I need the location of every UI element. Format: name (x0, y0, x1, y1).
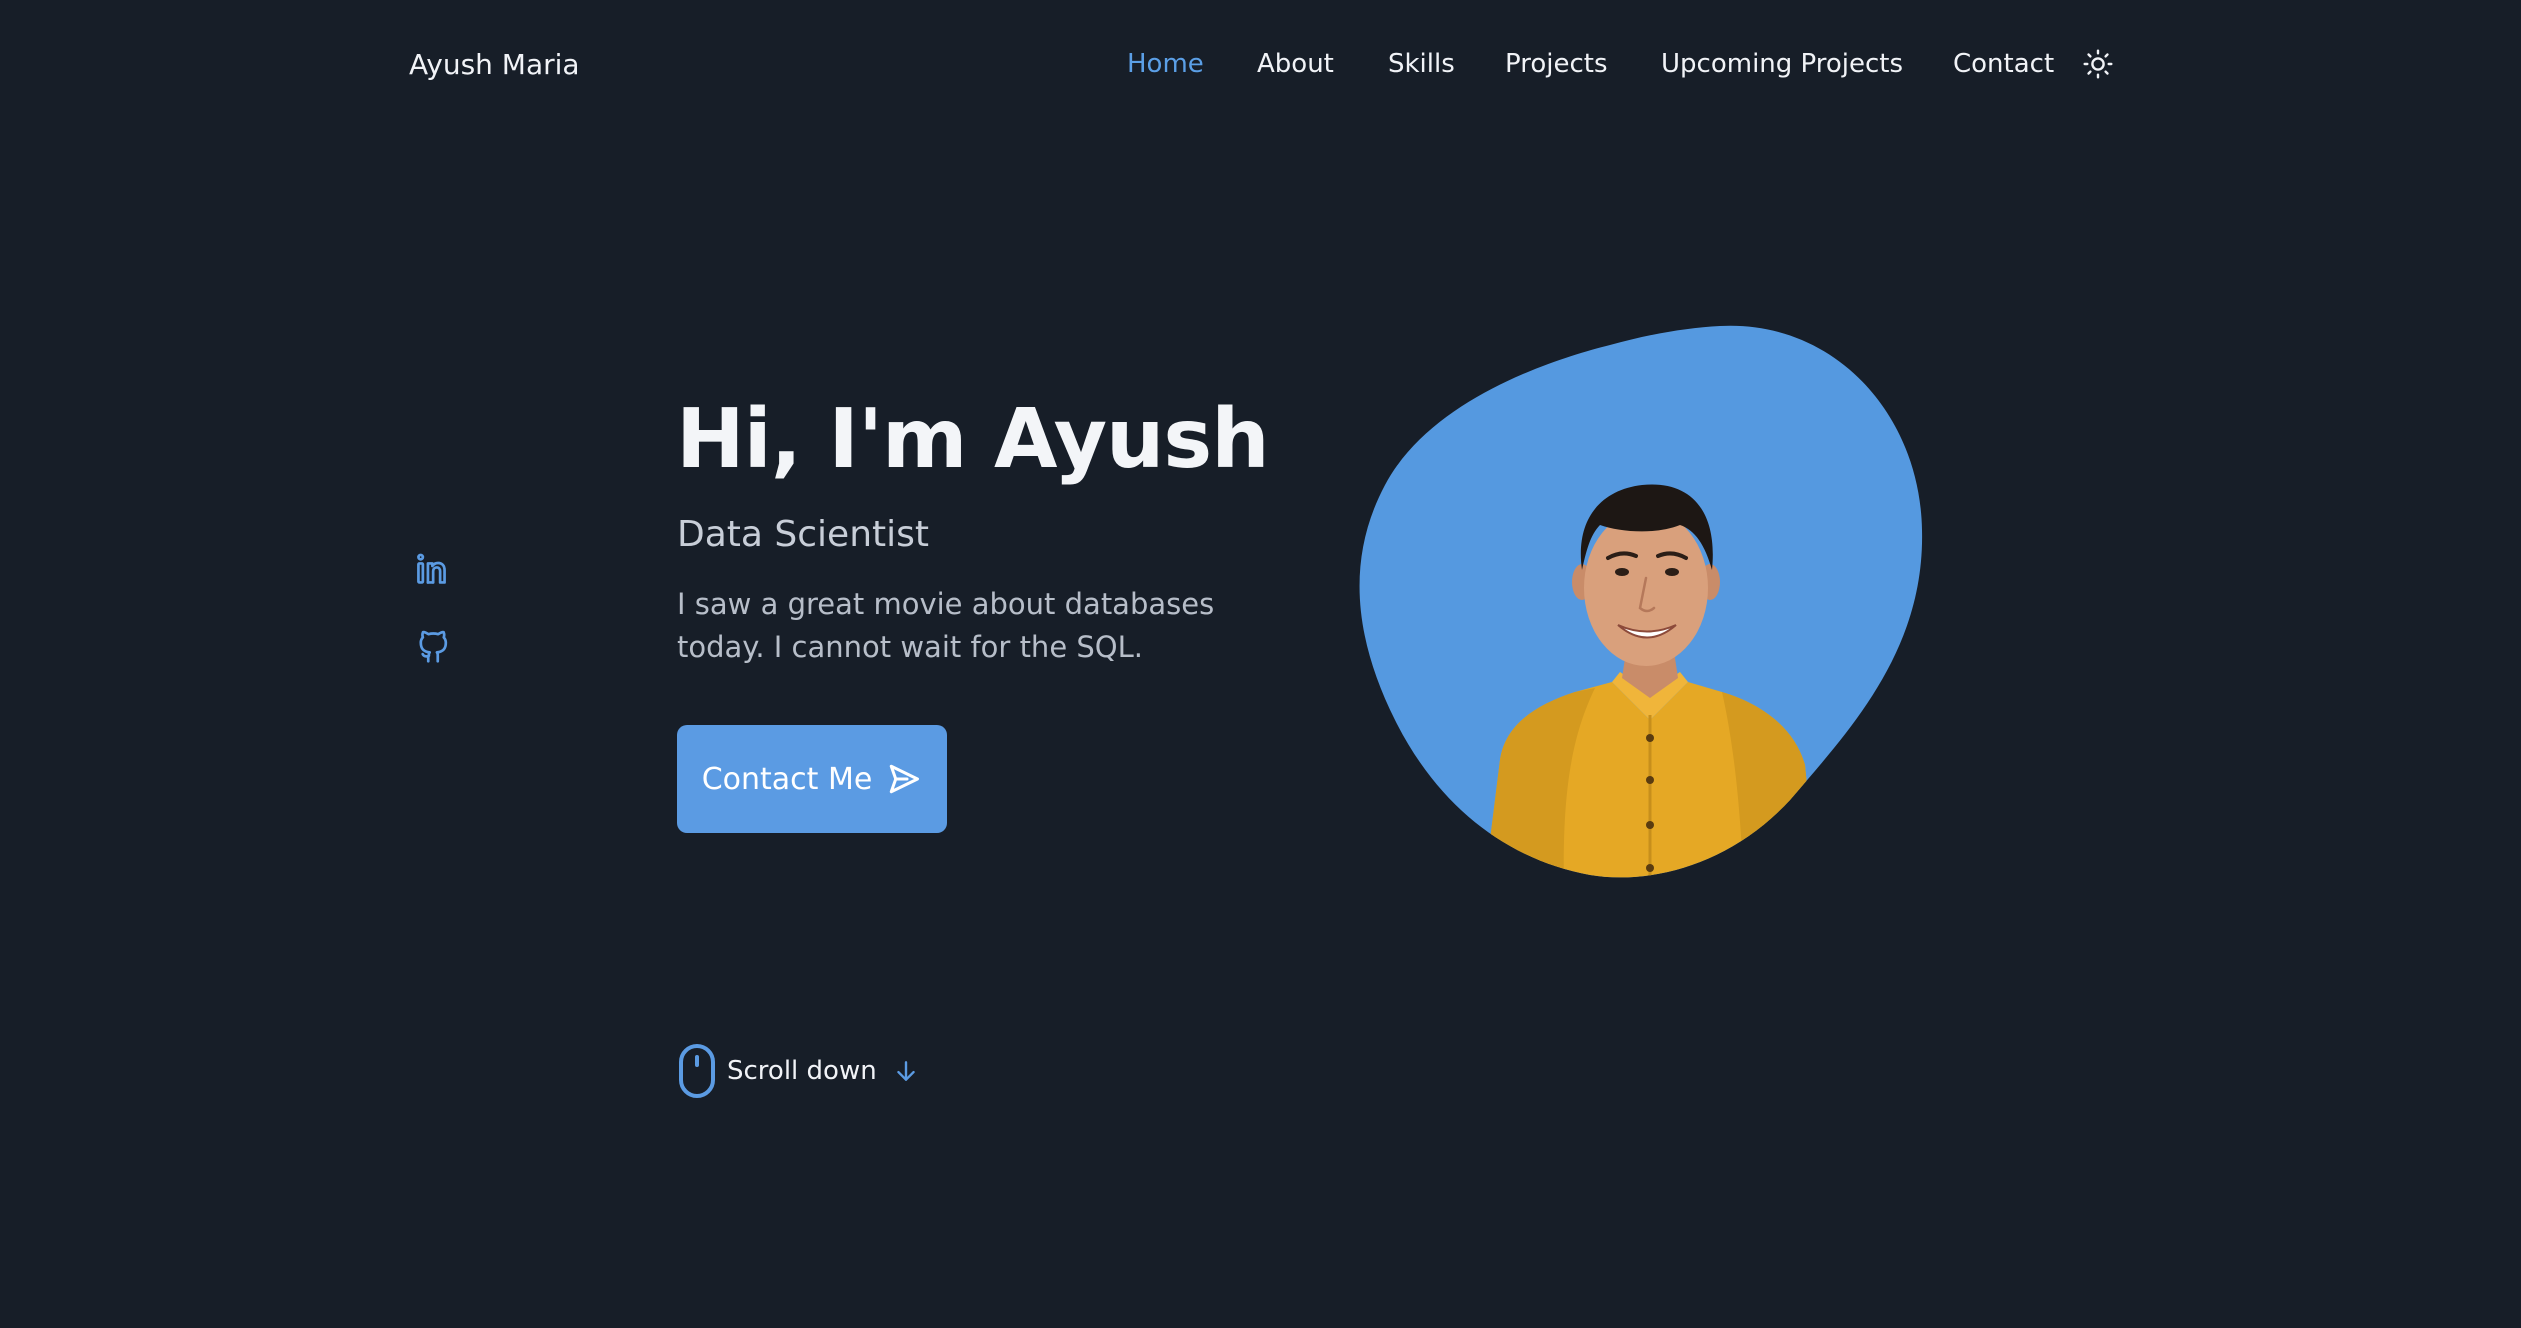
arrow-down-icon (887, 1058, 919, 1084)
hero-subtitle: Data Scientist (677, 514, 929, 555)
nav-link-about[interactable]: About (1257, 49, 1334, 79)
nav-link-upcoming-projects[interactable]: Upcoming Projects (1661, 49, 1903, 79)
linkedin-icon (417, 553, 446, 584)
mouse-icon (677, 1043, 717, 1099)
sun-icon (2083, 49, 2113, 79)
linkedin-link[interactable] (414, 550, 452, 588)
theme-toggle-button[interactable] (2082, 48, 2114, 80)
nav-link-home[interactable]: Home (1127, 49, 1204, 79)
hero-title: Hi, I'm Ayush (676, 392, 1270, 487)
hero-description: I saw a great movie about databases toda… (677, 587, 1215, 664)
profile-blob (1350, 320, 1930, 890)
site-logo[interactable]: Ayush Maria (409, 48, 580, 81)
contact-me-button[interactable]: Contact Me (677, 725, 947, 833)
nav-link-skills[interactable]: Skills (1388, 49, 1455, 79)
site-header: Ayush Maria Home About Skills Projects U… (0, 0, 2521, 128)
scroll-down-label: Scroll down (727, 1056, 877, 1086)
send-icon (890, 764, 920, 794)
nav-link-projects[interactable]: Projects (1505, 49, 1608, 79)
nav-link-contact[interactable]: Contact (1953, 49, 2054, 79)
github-link[interactable] (414, 628, 452, 666)
scroll-down-link[interactable]: Scroll down (677, 1043, 919, 1099)
contact-me-label: Contact Me (701, 761, 873, 797)
github-icon (419, 630, 448, 663)
